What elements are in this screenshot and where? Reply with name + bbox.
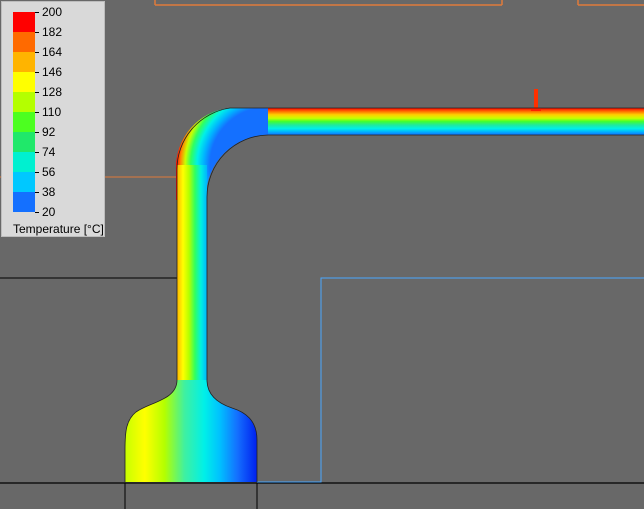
legend-color-band: [13, 72, 35, 92]
legend-color-band: [13, 32, 35, 52]
legend-color-band: [13, 92, 35, 112]
legend-value-label: 146: [42, 65, 63, 79]
legend-tick: [35, 192, 39, 193]
legend-color-band: [13, 152, 35, 172]
legend-color-band: [13, 112, 35, 132]
legend-color-band: [13, 132, 35, 152]
legend-value-label: 200: [42, 5, 63, 19]
legend-value-label: 182: [42, 25, 63, 39]
legend-tick: [35, 72, 39, 73]
temperature-field[interactable]: [124, 89, 644, 482]
legend-color-band: [13, 172, 35, 192]
legend-title: Temperature [°C]: [13, 222, 104, 236]
legend-value-label: 38: [42, 185, 56, 199]
legend-color-band: [13, 52, 35, 72]
legend-value-label: 128: [42, 85, 63, 99]
legend-tick: [35, 112, 39, 113]
temperature-legend: 200 182 164 146 128 110 92 74 56 38 20 Temperature …: [1, 1, 105, 237]
legend-tick: [35, 52, 39, 53]
legend-color-band: [13, 12, 35, 32]
legend-value-label: 110: [42, 105, 62, 119]
legend-tick: [35, 12, 39, 13]
legend-color-band: [13, 192, 35, 212]
legend-tick: [35, 132, 39, 133]
legend-tick: [35, 32, 39, 33]
legend-tick: [35, 92, 39, 93]
legend-tick: [35, 152, 39, 153]
legend-value-label: 74: [42, 145, 56, 159]
legend-value-label: 92: [42, 125, 56, 139]
legend-tick: [35, 212, 39, 213]
legend-tick: [35, 172, 39, 173]
legend-value-label: 20: [42, 205, 56, 219]
legend-value-label: 164: [42, 45, 63, 59]
legend-value-label: 56: [42, 165, 56, 179]
